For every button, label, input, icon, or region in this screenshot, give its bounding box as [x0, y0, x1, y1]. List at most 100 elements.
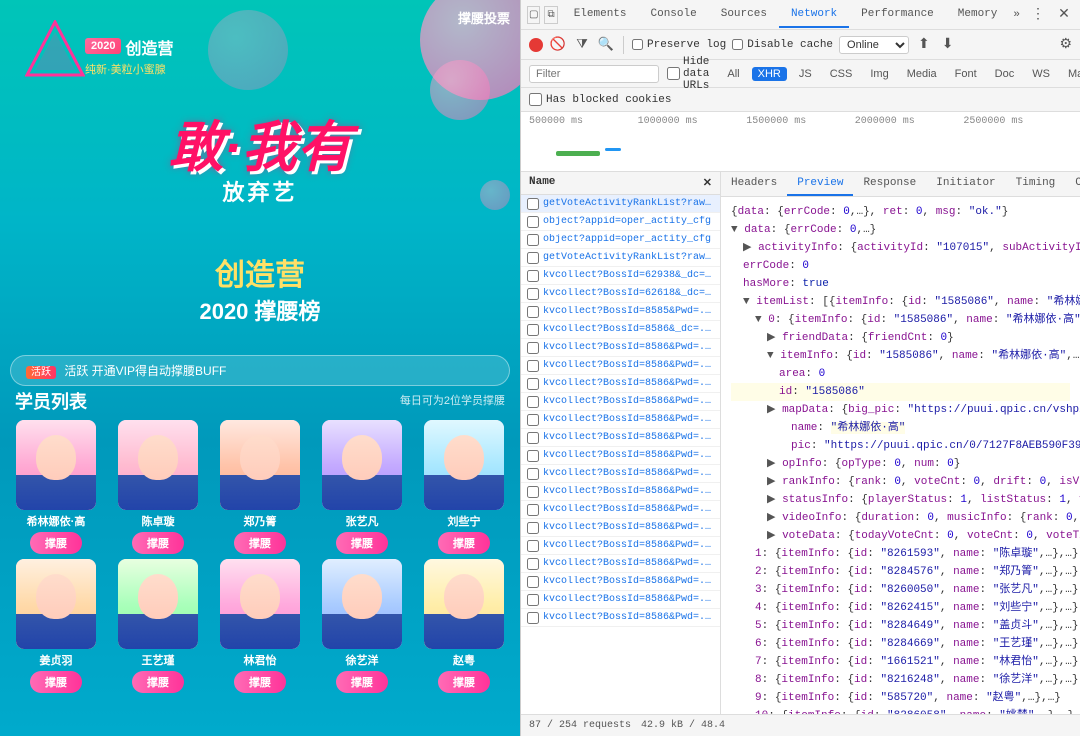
- network-item-3-checkbox[interactable]: [527, 234, 539, 246]
- filter-doc[interactable]: Doc: [989, 67, 1021, 81]
- network-item-12[interactable]: kvcollect?BossId=8586&Pwd=...: [521, 393, 720, 411]
- network-item-14[interactable]: kvcollect?BossId=8586&Pwd=...: [521, 429, 720, 447]
- network-item-23-checkbox[interactable]: [527, 594, 539, 606]
- network-item-16-checkbox[interactable]: [527, 468, 539, 480]
- network-item-7-checkbox[interactable]: [527, 306, 539, 318]
- network-item-18[interactable]: kvcollect?BossId=8586&Pwd=...: [521, 501, 720, 519]
- filter-js[interactable]: JS: [793, 67, 818, 81]
- filter-font[interactable]: Font: [949, 67, 983, 81]
- network-item-10-checkbox[interactable]: [527, 360, 539, 372]
- preserve-log-checkbox[interactable]: [632, 39, 643, 50]
- network-item-21[interactable]: kvcollect?BossId=8586&Pwd=...: [521, 555, 720, 573]
- network-item-19-checkbox[interactable]: [527, 522, 539, 534]
- tab-memory[interactable]: Memory: [946, 2, 1010, 28]
- detail-tab-cookies[interactable]: Cookies: [1065, 172, 1080, 196]
- network-item-21-checkbox[interactable]: [527, 558, 539, 570]
- network-item-6-checkbox[interactable]: [527, 288, 539, 300]
- vote-btn-10[interactable]: 撑腰: [438, 671, 490, 693]
- tab-sources[interactable]: Sources: [709, 2, 779, 28]
- network-item-6[interactable]: kvcollect?BossId=62618&_dc=...: [521, 285, 720, 303]
- vote-btn-7[interactable]: 撑腰: [132, 671, 184, 693]
- network-item-20-checkbox[interactable]: [527, 540, 539, 552]
- hide-data-urls-checkbox[interactable]: [667, 67, 680, 80]
- network-item-7[interactable]: kvcollect?BossId=8585&Pwd=...: [521, 303, 720, 321]
- vote-btn-5[interactable]: 撑腰: [438, 532, 490, 554]
- throttling-select[interactable]: Online Slow 3G Fast 3G Offline: [839, 36, 909, 54]
- network-item-4[interactable]: getVoteActivityRankList?raw=1...: [521, 249, 720, 267]
- vote-btn-1[interactable]: 撑腰: [30, 532, 82, 554]
- vote-btn-2[interactable]: 撑腰: [132, 532, 184, 554]
- tab-console[interactable]: Console: [639, 2, 709, 28]
- settings-icon[interactable]: ⚙: [1059, 36, 1072, 53]
- filter-icon[interactable]: ⧩: [573, 36, 591, 54]
- network-item-22-checkbox[interactable]: [527, 576, 539, 588]
- network-item-20[interactable]: kvcollect?BossId=8586&Pwd=...: [521, 537, 720, 555]
- network-item-2-checkbox[interactable]: [527, 216, 539, 228]
- network-item-19[interactable]: kvcollect?BossId=8586&Pwd=...: [521, 519, 720, 537]
- filter-xhr[interactable]: XHR: [752, 67, 787, 81]
- tab-network[interactable]: Network: [779, 2, 849, 28]
- network-item-8[interactable]: kvcollect?BossId=8586&_dc=...: [521, 321, 720, 339]
- devtools-more-tabs[interactable]: »: [1009, 3, 1024, 27]
- download-icon[interactable]: ⬇: [939, 36, 957, 53]
- network-item-10[interactable]: kvcollect?BossId=8586&Pwd=...: [521, 357, 720, 375]
- network-item-8-checkbox[interactable]: [527, 324, 539, 336]
- close-detail-icon[interactable]: ✕: [703, 176, 712, 190]
- network-item-1[interactable]: getVoteActivityRankList?raw=1...: [521, 195, 720, 213]
- network-item-1-checkbox[interactable]: [527, 198, 539, 210]
- filter-img[interactable]: Img: [864, 67, 894, 81]
- detail-tab-preview[interactable]: Preview: [787, 172, 853, 196]
- devtools-close-icon[interactable]: ✕: [1054, 5, 1074, 25]
- network-item-22[interactable]: kvcollect?BossId=8586&Pwd=...: [521, 573, 720, 591]
- clear-button[interactable]: 🚫: [549, 36, 567, 54]
- network-item-11[interactable]: kvcollect?BossId=8586&Pwd=...: [521, 375, 720, 393]
- network-item-23[interactable]: kvcollect?BossId=8586&Pwd=...: [521, 591, 720, 609]
- disable-cache-checkbox[interactable]: [732, 39, 743, 50]
- filter-ws[interactable]: WS: [1026, 67, 1056, 81]
- upload-icon[interactable]: ⬆: [915, 36, 933, 53]
- filter-all[interactable]: All: [721, 67, 745, 81]
- filter-input[interactable]: [529, 65, 659, 83]
- network-item-15-checkbox[interactable]: [527, 450, 539, 462]
- detail-tab-headers[interactable]: Headers: [721, 172, 787, 196]
- vote-btn-3[interactable]: 撑腰: [234, 532, 286, 554]
- tab-elements[interactable]: Elements: [562, 2, 639, 28]
- network-item-15[interactable]: kvcollect?BossId=8586&Pwd=...: [521, 447, 720, 465]
- network-item-13[interactable]: kvcollect?BossId=8586&Pwd=...: [521, 411, 720, 429]
- filter-media[interactable]: Media: [901, 67, 943, 81]
- cookies-checkbox[interactable]: [529, 93, 542, 106]
- record-button[interactable]: [529, 38, 543, 52]
- tab-performance[interactable]: Performance: [849, 2, 946, 28]
- detail-tab-timing[interactable]: Timing: [1006, 172, 1066, 196]
- network-item-14-checkbox[interactable]: [527, 432, 539, 444]
- network-item-5-checkbox[interactable]: [527, 270, 539, 282]
- network-item-11-checkbox[interactable]: [527, 378, 539, 390]
- filter-css[interactable]: CSS: [824, 67, 859, 81]
- network-item-17-checkbox[interactable]: [527, 486, 539, 498]
- network-item-16[interactable]: kvcollect?BossId=8586&Pwd=...: [521, 465, 720, 483]
- network-item-13-checkbox[interactable]: [527, 414, 539, 426]
- network-item-17[interactable]: kvcollect?BossId=8586&Pwd=...: [521, 483, 720, 501]
- network-item-12-checkbox[interactable]: [527, 396, 539, 408]
- network-item-24[interactable]: kvcollect?BossId=8586&Pwd=...: [521, 609, 720, 627]
- vip-bar[interactable]: 活跃 活跃 开通VIP得自动撑腰BUFF: [10, 355, 510, 386]
- vote-btn-6[interactable]: 撑腰: [30, 671, 82, 693]
- webpage-header-btn[interactable]: 撑腰投票: [458, 8, 510, 27]
- detail-tab-response[interactable]: Response: [853, 172, 926, 196]
- network-item-4-checkbox[interactable]: [527, 252, 539, 264]
- network-item-9-checkbox[interactable]: [527, 342, 539, 354]
- vote-btn-4[interactable]: 撑腰: [336, 532, 388, 554]
- filter-manifest[interactable]: Manifest: [1062, 67, 1080, 81]
- json-viewer[interactable]: {data: {errCode: 0,…}, ret: 0, msg: "ok.…: [721, 197, 1080, 714]
- network-item-9[interactable]: kvcollect?BossId=8586&Pwd=...: [521, 339, 720, 357]
- devtools-icon-1[interactable]: ▢: [527, 6, 540, 24]
- network-item-3[interactable]: object?appid=oper_actity_cfg: [521, 231, 720, 249]
- network-item-18-checkbox[interactable]: [527, 504, 539, 516]
- network-item-2[interactable]: object?appid=oper_actity_cfg: [521, 213, 720, 231]
- vote-btn-9[interactable]: 撑腰: [336, 671, 388, 693]
- search-icon[interactable]: 🔍: [597, 36, 615, 54]
- devtools-icon-2[interactable]: ⧉: [544, 6, 557, 24]
- vote-btn-8[interactable]: 撑腰: [234, 671, 286, 693]
- detail-tab-initiator[interactable]: Initiator: [926, 172, 1005, 196]
- devtools-kebab-icon[interactable]: ⋮: [1028, 5, 1048, 25]
